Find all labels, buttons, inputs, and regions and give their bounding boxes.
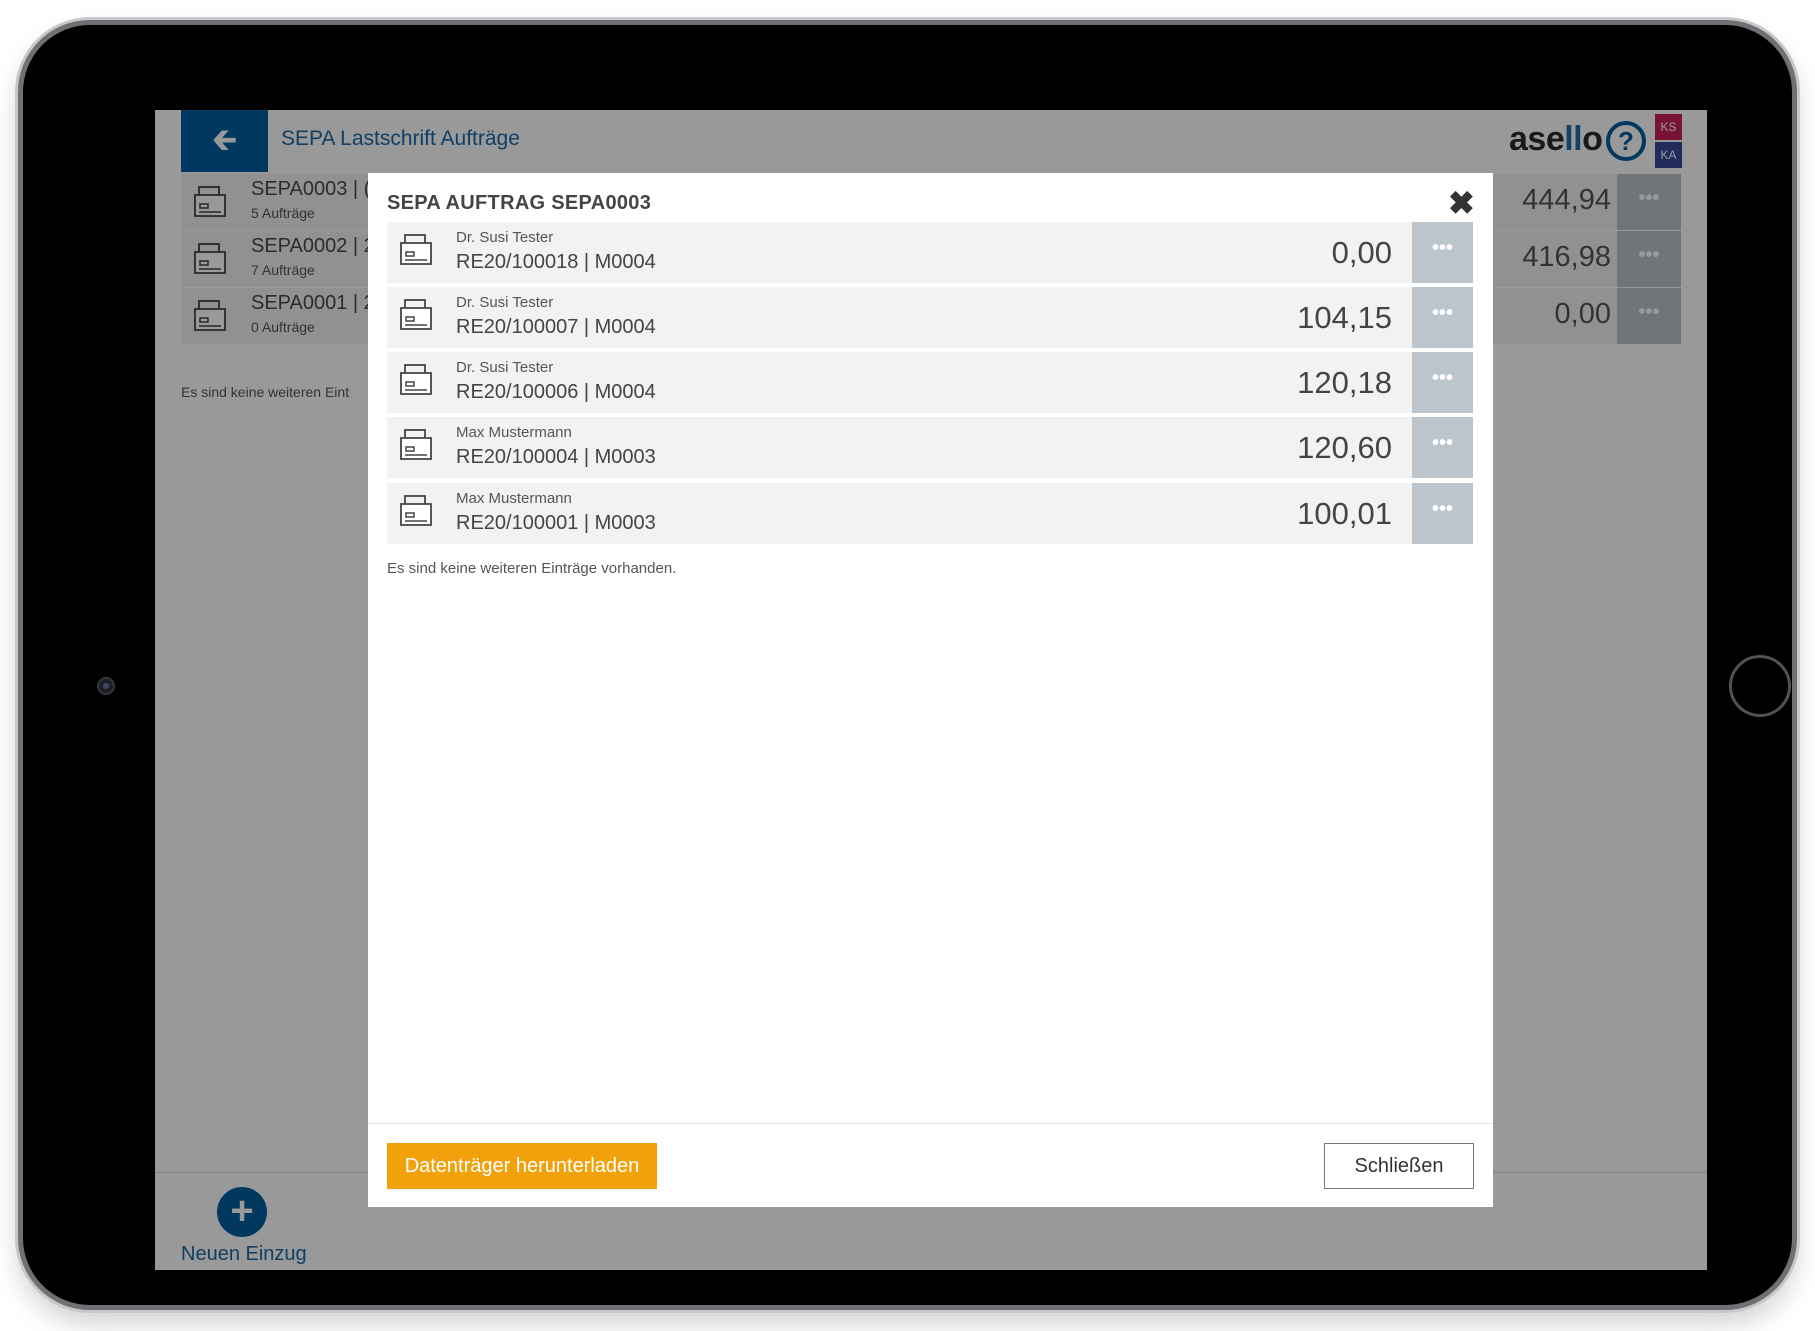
- table-row[interactable]: Max Mustermann RE20/100004 | M0003 120,6…: [387, 417, 1473, 478]
- table-row[interactable]: Dr. Susi Tester RE20/100007 | M0004 104,…: [387, 287, 1473, 348]
- ellipsis-icon: •••: [1431, 237, 1453, 259]
- camera-dot: [97, 677, 115, 695]
- entry-more-button[interactable]: •••: [1412, 483, 1473, 544]
- sepa-order-dialog: SEPA AUFTRAG SEPA0003 ✖ Dr. Susi Tester …: [368, 173, 1493, 1207]
- customer-name: Max Mustermann: [456, 490, 572, 507]
- download-file-button[interactable]: Datenträger herunterladen: [387, 1143, 657, 1189]
- ellipsis-icon: •••: [1431, 302, 1453, 324]
- customer-name: Dr. Susi Tester: [456, 294, 554, 311]
- customer-name: Dr. Susi Tester: [456, 229, 554, 246]
- sepa-document-icon: [400, 364, 432, 395]
- entry-amount: 100,01: [1297, 496, 1392, 531]
- empty-entries-note: Es sind keine weiteren Einträge vorhande…: [387, 560, 677, 577]
- home-button[interactable]: [1729, 655, 1791, 717]
- invoice-reference: RE20/100018 | M0004: [456, 251, 656, 273]
- customer-name: Dr. Susi Tester: [456, 359, 554, 376]
- dialog-title: SEPA AUFTRAG SEPA0003: [387, 192, 652, 214]
- invoice-reference: RE20/100004 | M0003: [456, 446, 656, 468]
- sepa-document-icon: [400, 495, 432, 526]
- entry-amount: 0,00: [1331, 235, 1392, 270]
- app-screen: 🡰 SEPA Lastschrift Aufträge asello ? KS …: [155, 110, 1707, 1270]
- entry-more-button[interactable]: •••: [1412, 352, 1473, 413]
- entry-more-button[interactable]: •••: [1412, 222, 1473, 283]
- customer-name: Max Mustermann: [456, 424, 572, 441]
- entry-amount: 104,15: [1297, 300, 1392, 335]
- ellipsis-icon: •••: [1431, 498, 1453, 520]
- invoice-reference: RE20/100001 | M0003: [456, 512, 656, 534]
- entry-more-button[interactable]: •••: [1412, 287, 1473, 348]
- dialog-footer-divider: [368, 1123, 1493, 1124]
- table-row[interactable]: Dr. Susi Tester RE20/100006 | M0004 120,…: [387, 352, 1473, 413]
- table-row[interactable]: Dr. Susi Tester RE20/100018 | M0004 0,00…: [387, 222, 1473, 283]
- invoice-reference: RE20/100007 | M0004: [456, 316, 656, 338]
- sepa-document-icon: [400, 429, 432, 460]
- entry-more-button[interactable]: •••: [1412, 417, 1473, 478]
- close-dialog-button[interactable]: Schließen: [1324, 1143, 1474, 1189]
- tablet-frame: 🡰 SEPA Lastschrift Aufträge asello ? KS …: [18, 20, 1797, 1310]
- ellipsis-icon: •••: [1431, 367, 1453, 389]
- entry-amount: 120,60: [1297, 430, 1392, 465]
- sepa-document-icon: [400, 234, 432, 265]
- ellipsis-icon: •••: [1431, 432, 1453, 454]
- invoice-reference: RE20/100006 | M0004: [456, 381, 656, 403]
- entry-amount: 120,18: [1297, 365, 1392, 400]
- table-row[interactable]: Max Mustermann RE20/100001 | M0003 100,0…: [387, 483, 1473, 544]
- close-icon[interactable]: ✖: [1448, 187, 1475, 219]
- sepa-document-icon: [400, 299, 432, 330]
